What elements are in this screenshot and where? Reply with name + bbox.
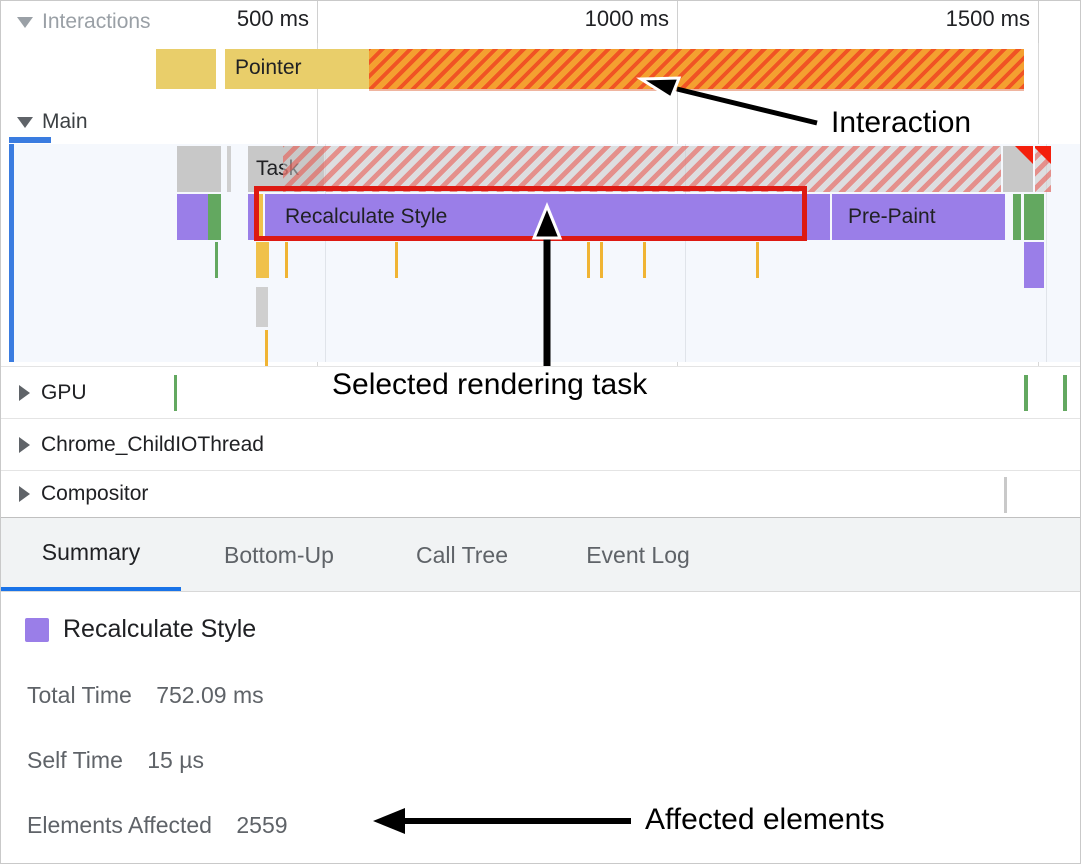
warning-triangle-icon [1015,146,1033,164]
flame-event[interactable] [1024,242,1044,288]
flame-event-warning[interactable] [1003,146,1033,192]
flame-tick[interactable] [285,242,288,278]
track-title-interactions: Interactions [42,10,151,33]
interaction-bar-pointer[interactable]: Pointer [225,49,369,89]
details-tabbar[interactable]: Summary Bottom-Up Call Tree Event Log [1,517,1080,592]
devtools-performance-panel: 500 ms 1000 ms 1500 ms Interactions Poin… [0,0,1081,864]
flame-event[interactable] [177,194,208,240]
flame-tick[interactable] [587,242,590,278]
compositor-mark[interactable] [1004,477,1007,513]
flame-event-label: Recalculate Style [285,205,448,228]
track-chrome-childiothread[interactable]: Chrome_ChildIOThread [1,418,1080,470]
chevron-down-icon[interactable] [17,16,33,28]
track-header-interactions[interactable]: Interactions [1,3,151,41]
ruler-tick-1000ms: 1000 ms [584,6,669,31]
track-title-compositor: Compositor [41,482,149,505]
flame-event[interactable] [1013,194,1021,240]
summary-key: Self Time [27,747,123,773]
track-title-chrome-childiothread: Chrome_ChildIOThread [41,432,264,456]
summary-row-total-time: Total Time 752.09 ms [27,682,264,709]
interaction-bar-label: Pointer [235,56,302,79]
summary-key: Total Time [27,682,132,708]
flame-event[interactable] [256,242,269,278]
summary-row-elements-affected: Elements Affected 2559 [27,812,288,839]
summary-event-title: Recalculate Style [25,615,256,644]
annotation-label-affected-elements: Affected elements [645,803,885,836]
ruler-divider-1000ms [677,1,678,43]
tab-bottom-up[interactable]: Bottom-Up [181,518,377,592]
warning-triangle-icon [1035,146,1051,164]
summary-value: 752.09 ms [156,682,264,708]
ruler-tick-1500ms: 1500 ms [945,6,1030,31]
tab-label: Call Tree [415,541,509,568]
flame-tick[interactable] [395,242,398,278]
main-flame-rows[interactable]: Task Recalculate Style Pre-Paint [9,144,1080,372]
track-compositor[interactable]: Compositor [1,470,1080,517]
flame-event[interactable] [257,194,263,240]
flame-event[interactable] [208,194,221,240]
ruler-tick-500ms: 500 ms [236,6,309,31]
time-ruler: 500 ms 1000 ms 1500 ms [1,1,1080,43]
ruler-divider-500ms [317,1,318,43]
track-header-chrome-childiothread[interactable]: Chrome_ChildIOThread [1,419,264,470]
gpu-mark[interactable] [174,375,177,411]
interaction-bar-candystripe[interactable] [369,49,1024,89]
tab-label: Summary [41,539,141,565]
ruler-divider-1500ms [1038,1,1039,43]
tab-label: Event Log [586,541,690,568]
flame-event[interactable] [227,146,231,192]
tab-label: Bottom-Up [224,541,334,568]
annotation-label-selected-rendering-task: Selected rendering task [332,368,648,401]
flame-tick[interactable] [215,242,218,278]
flame-event-recalculate-style[interactable]: Recalculate Style [265,194,812,240]
summary-event-name: Recalculate Style [63,615,257,643]
summary-key: Elements Affected [27,812,212,838]
summary-value: 2559 [236,812,288,838]
flame-tick[interactable] [643,242,646,278]
summary-value: 15 µs [147,747,204,773]
tab-call-tree[interactable]: Call Tree [377,518,547,592]
color-swatch-icon [25,617,49,642]
tab-summary[interactable]: Summary [1,518,181,592]
flame-tick[interactable] [600,242,603,278]
flame-event-long-task[interactable] [283,146,1001,192]
chevron-down-icon[interactable] [17,116,33,128]
summary-panel: Recalculate Style Total Time 752.09 ms S… [1,591,1080,863]
flame-event-warning[interactable] [1035,146,1051,192]
gpu-mark[interactable] [1063,375,1067,411]
chevron-right-icon[interactable] [19,436,30,453]
flame-event-label: Pre-Paint [848,205,936,228]
gpu-mark[interactable] [1024,375,1028,411]
chevron-right-icon[interactable] [19,384,30,401]
interaction-bar[interactable] [156,49,216,89]
track-interactions[interactable]: 500 ms 1000 ms 1500 ms Interactions Poin… [1,1,1080,95]
flame-event[interactable] [1024,194,1044,240]
flame-event[interactable] [256,287,268,327]
interaction-bar-underline [369,89,1024,91]
timeline-flame-chart[interactable]: 500 ms 1000 ms 1500 ms Interactions Poin… [1,1,1080,517]
track-header-gpu[interactable]: GPU [1,367,87,418]
track-header-main[interactable]: Main [1,104,88,140]
track-title-gpu: GPU [41,380,87,404]
flame-event-pre-paint[interactable]: Pre-Paint [832,194,1005,240]
flame-event[interactable] [812,194,830,240]
summary-row-self-time: Self Time 15 µs [27,747,204,774]
flame-event[interactable] [248,194,257,240]
flame-tick[interactable] [756,242,759,278]
track-header-compositor[interactable]: Compositor [1,471,148,517]
tab-event-log[interactable]: Event Log [547,518,729,592]
flame-event[interactable] [177,146,221,192]
chevron-right-icon[interactable] [19,486,30,502]
annotation-label-interaction: Interaction [831,106,972,139]
track-title-main: Main [42,110,88,133]
